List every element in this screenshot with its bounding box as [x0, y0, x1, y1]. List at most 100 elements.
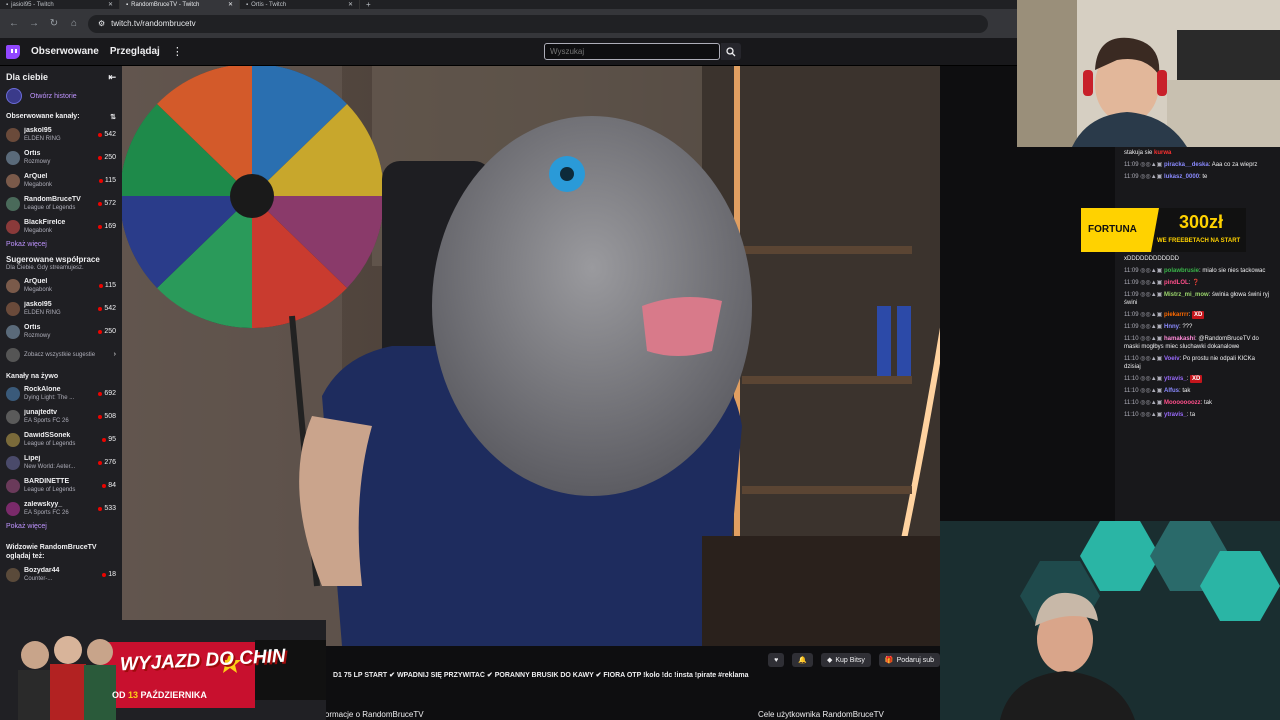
- sort-icon[interactable]: ⇅: [110, 113, 116, 121]
- channel-name: Ortis: [24, 149, 41, 157]
- history-button[interactable]: Otwórz historie: [0, 83, 122, 109]
- channel-game: ELDEN RING: [24, 309, 61, 316]
- sidebar-channel[interactable]: BARDINETTE League of Legends 84: [0, 474, 122, 497]
- sidebar-channel[interactable]: RandomBruceTV League of Legends 572: [0, 192, 122, 215]
- browser-tab[interactable]: ▪ Ortis - Twitch ✕: [240, 0, 360, 9]
- banner-tagline: WE FREEBETACH NA START: [1157, 238, 1241, 244]
- chat-badges-icon: ◎◎▲▣: [1140, 388, 1163, 394]
- sidebar-channel[interactable]: zalewskyy_ EA Sports FC 26 533: [0, 497, 122, 520]
- chat-username[interactable]: Hnny: [1164, 324, 1179, 330]
- facecam-overlay: [1017, 0, 1280, 147]
- url-field[interactable]: ⚙ twitch.tv/randombrucetv: [88, 14, 988, 33]
- sidebar-channel[interactable]: Bozydar44 Counter-... 18: [0, 563, 122, 586]
- sidebar-channel[interactable]: jaskol95 ELDEN RING 542: [0, 123, 122, 146]
- sidebar-channel[interactable]: RockAlone Dying Light: The ... 692: [0, 382, 122, 405]
- live-dot-icon: [98, 224, 103, 229]
- chat-username[interactable]: polawbrusie: [1164, 268, 1199, 274]
- video-player[interactable]: [122, 66, 940, 646]
- chat-username[interactable]: piekarrrr: [1164, 312, 1189, 318]
- xd-emote: XD: [1192, 311, 1205, 319]
- ad-date-day: 13: [128, 690, 139, 700]
- avatar: [6, 196, 20, 211]
- viewer-count: 18: [102, 571, 116, 578]
- reload-icon[interactable]: ↻: [48, 18, 60, 29]
- nav-browse[interactable]: Przeglądaj: [110, 46, 160, 57]
- back-icon[interactable]: ←: [8, 18, 20, 29]
- chat-username[interactable]: ytravis_: [1164, 412, 1187, 418]
- sidebar-channel[interactable]: Lipej New World: Aeter... 276: [0, 451, 122, 474]
- chat-badges-icon: ◎◎▲▣: [1140, 312, 1163, 318]
- follow-heart-button[interactable]: ♥: [768, 653, 785, 667]
- home-icon[interactable]: ⌂: [68, 18, 80, 29]
- show-more-live[interactable]: Pokaż więcej: [0, 520, 122, 533]
- notifications-button[interactable]: 🔔: [792, 653, 813, 667]
- followed-list: jaskol95 ELDEN RING 542 Ortis Rozmowy 250 ArQu…: [0, 123, 122, 238]
- chat-username[interactable]: Mistrz_mi_mow: [1164, 292, 1209, 298]
- chat-badges-icon: ◎◎▲▣: [1140, 268, 1163, 274]
- avatar: [6, 501, 20, 516]
- viewer-count: 250: [98, 154, 116, 161]
- chat-username[interactable]: lukasz_0000: [1164, 174, 1199, 180]
- see-all-suggestions[interactable]: Zobacz wszystkie sugestie ›: [0, 343, 122, 366]
- chat-username[interactable]: Mooooooozz: [1164, 400, 1201, 406]
- sidebar-channel[interactable]: BlackFireIce Megabonk 169: [0, 215, 122, 238]
- sidebar-channel[interactable]: junajtedtv EA Sports FC 26 508: [0, 405, 122, 428]
- browser-tab[interactable]: ▪ jasiol95 - Twitch ✕: [0, 0, 120, 9]
- twitch-logo-icon[interactable]: [6, 44, 20, 59]
- gift-sub-button[interactable]: 🎁 Podaruj sub: [878, 653, 940, 667]
- channel-info: RandomBruceTV League of Legends: [24, 196, 94, 212]
- site-info-icon[interactable]: ⚙: [98, 19, 105, 28]
- show-more-followed[interactable]: Pokaż więcej: [0, 238, 122, 251]
- chat-timestamp: 11:09: [1124, 280, 1139, 286]
- sidebar-channel[interactable]: Ortis Rozmowy 250: [0, 320, 122, 343]
- chat-username[interactable]: pindLOL: [1164, 280, 1189, 286]
- collapse-sidebar-icon[interactable]: ⇤: [108, 72, 116, 83]
- url-text: twitch.tv/randombrucetv: [111, 19, 196, 28]
- chat-badges-icon: ◎◎▲▣: [1140, 174, 1163, 180]
- channel-game: League of Legends: [24, 440, 76, 447]
- chat-username[interactable]: Voeiv: [1164, 356, 1180, 362]
- sidebar-channel[interactable]: DawidSSonek League of Legends 95: [0, 428, 122, 451]
- chat-message: 11:09 ◎◎▲▣ Mistrz_mi_mow: świnia głowa ś…: [1124, 292, 1270, 306]
- live-dot-icon: [98, 506, 103, 511]
- sidebar-title: Dla ciebie: [6, 72, 49, 82]
- close-icon[interactable]: ✕: [348, 1, 353, 8]
- chat-timestamp: 11:09: [1124, 324, 1139, 330]
- search-button[interactable]: [721, 43, 741, 60]
- channel-name: DawidSSonek: [24, 431, 71, 439]
- browser-tab-active[interactable]: ▪ RandomBruceTV - Twitch ✕: [120, 0, 240, 9]
- sidebar-channel[interactable]: ArQuel Megabonk 115: [0, 274, 122, 297]
- close-icon[interactable]: ✕: [108, 1, 113, 8]
- ad-date-month: PAŹDZIERNIKA: [140, 690, 207, 700]
- search-input[interactable]: [544, 43, 720, 60]
- chat-username[interactable]: Alfus: [1164, 388, 1179, 394]
- close-icon[interactable]: ✕: [228, 1, 233, 8]
- chat-username[interactable]: ytravis_: [1164, 376, 1187, 382]
- chat-message: 11:09 ◎◎▲▣ piracka__deska: Aaa co za wie…: [1124, 162, 1258, 168]
- channel-name: zalewskyy_: [24, 500, 63, 508]
- more-options-icon[interactable]: ⋮: [172, 45, 183, 58]
- sidebar-channel[interactable]: Ortis Rozmowy 250: [0, 146, 122, 169]
- chat-timestamp: 11:09: [1124, 162, 1139, 168]
- xd-emote: XD: [1190, 375, 1203, 383]
- chat-text: tak: [1204, 400, 1213, 406]
- forward-icon[interactable]: →: [28, 18, 40, 29]
- avatar: [6, 127, 20, 142]
- channel-info: junajtedtv EA Sports FC 26: [24, 409, 94, 425]
- chat-message: xDDDDDDDDDDDD: [1115, 253, 1280, 265]
- live-list: RockAlone Dying Light: The ... 692 junajted…: [0, 382, 122, 520]
- sidebar-channel[interactable]: jaskol95 ELDEN RING 542: [0, 297, 122, 320]
- chat-username[interactable]: hamakashi: [1164, 336, 1195, 342]
- chat-timestamp: 11:10: [1124, 356, 1139, 362]
- chat-message: 11:09 ◎◎▲▣ piekarrrr: XD: [1124, 311, 1205, 319]
- sidebar-channel[interactable]: ArQuel Megabonk 115: [0, 169, 122, 192]
- viewer-number: 18: [108, 571, 116, 578]
- buy-bits-button[interactable]: ◆ Kup Bitsy: [820, 653, 871, 667]
- channel-game: EA Sports FC 26: [24, 417, 69, 424]
- new-tab-button[interactable]: +: [360, 0, 371, 9]
- viewer-number: 508: [104, 413, 116, 420]
- chat-text: Aaa co za wieprz: [1211, 162, 1258, 168]
- channel-name: BARDINETTE: [24, 477, 70, 485]
- chat-username[interactable]: piracka__deska: [1164, 162, 1209, 168]
- nav-followed[interactable]: Obserwowane: [31, 46, 99, 57]
